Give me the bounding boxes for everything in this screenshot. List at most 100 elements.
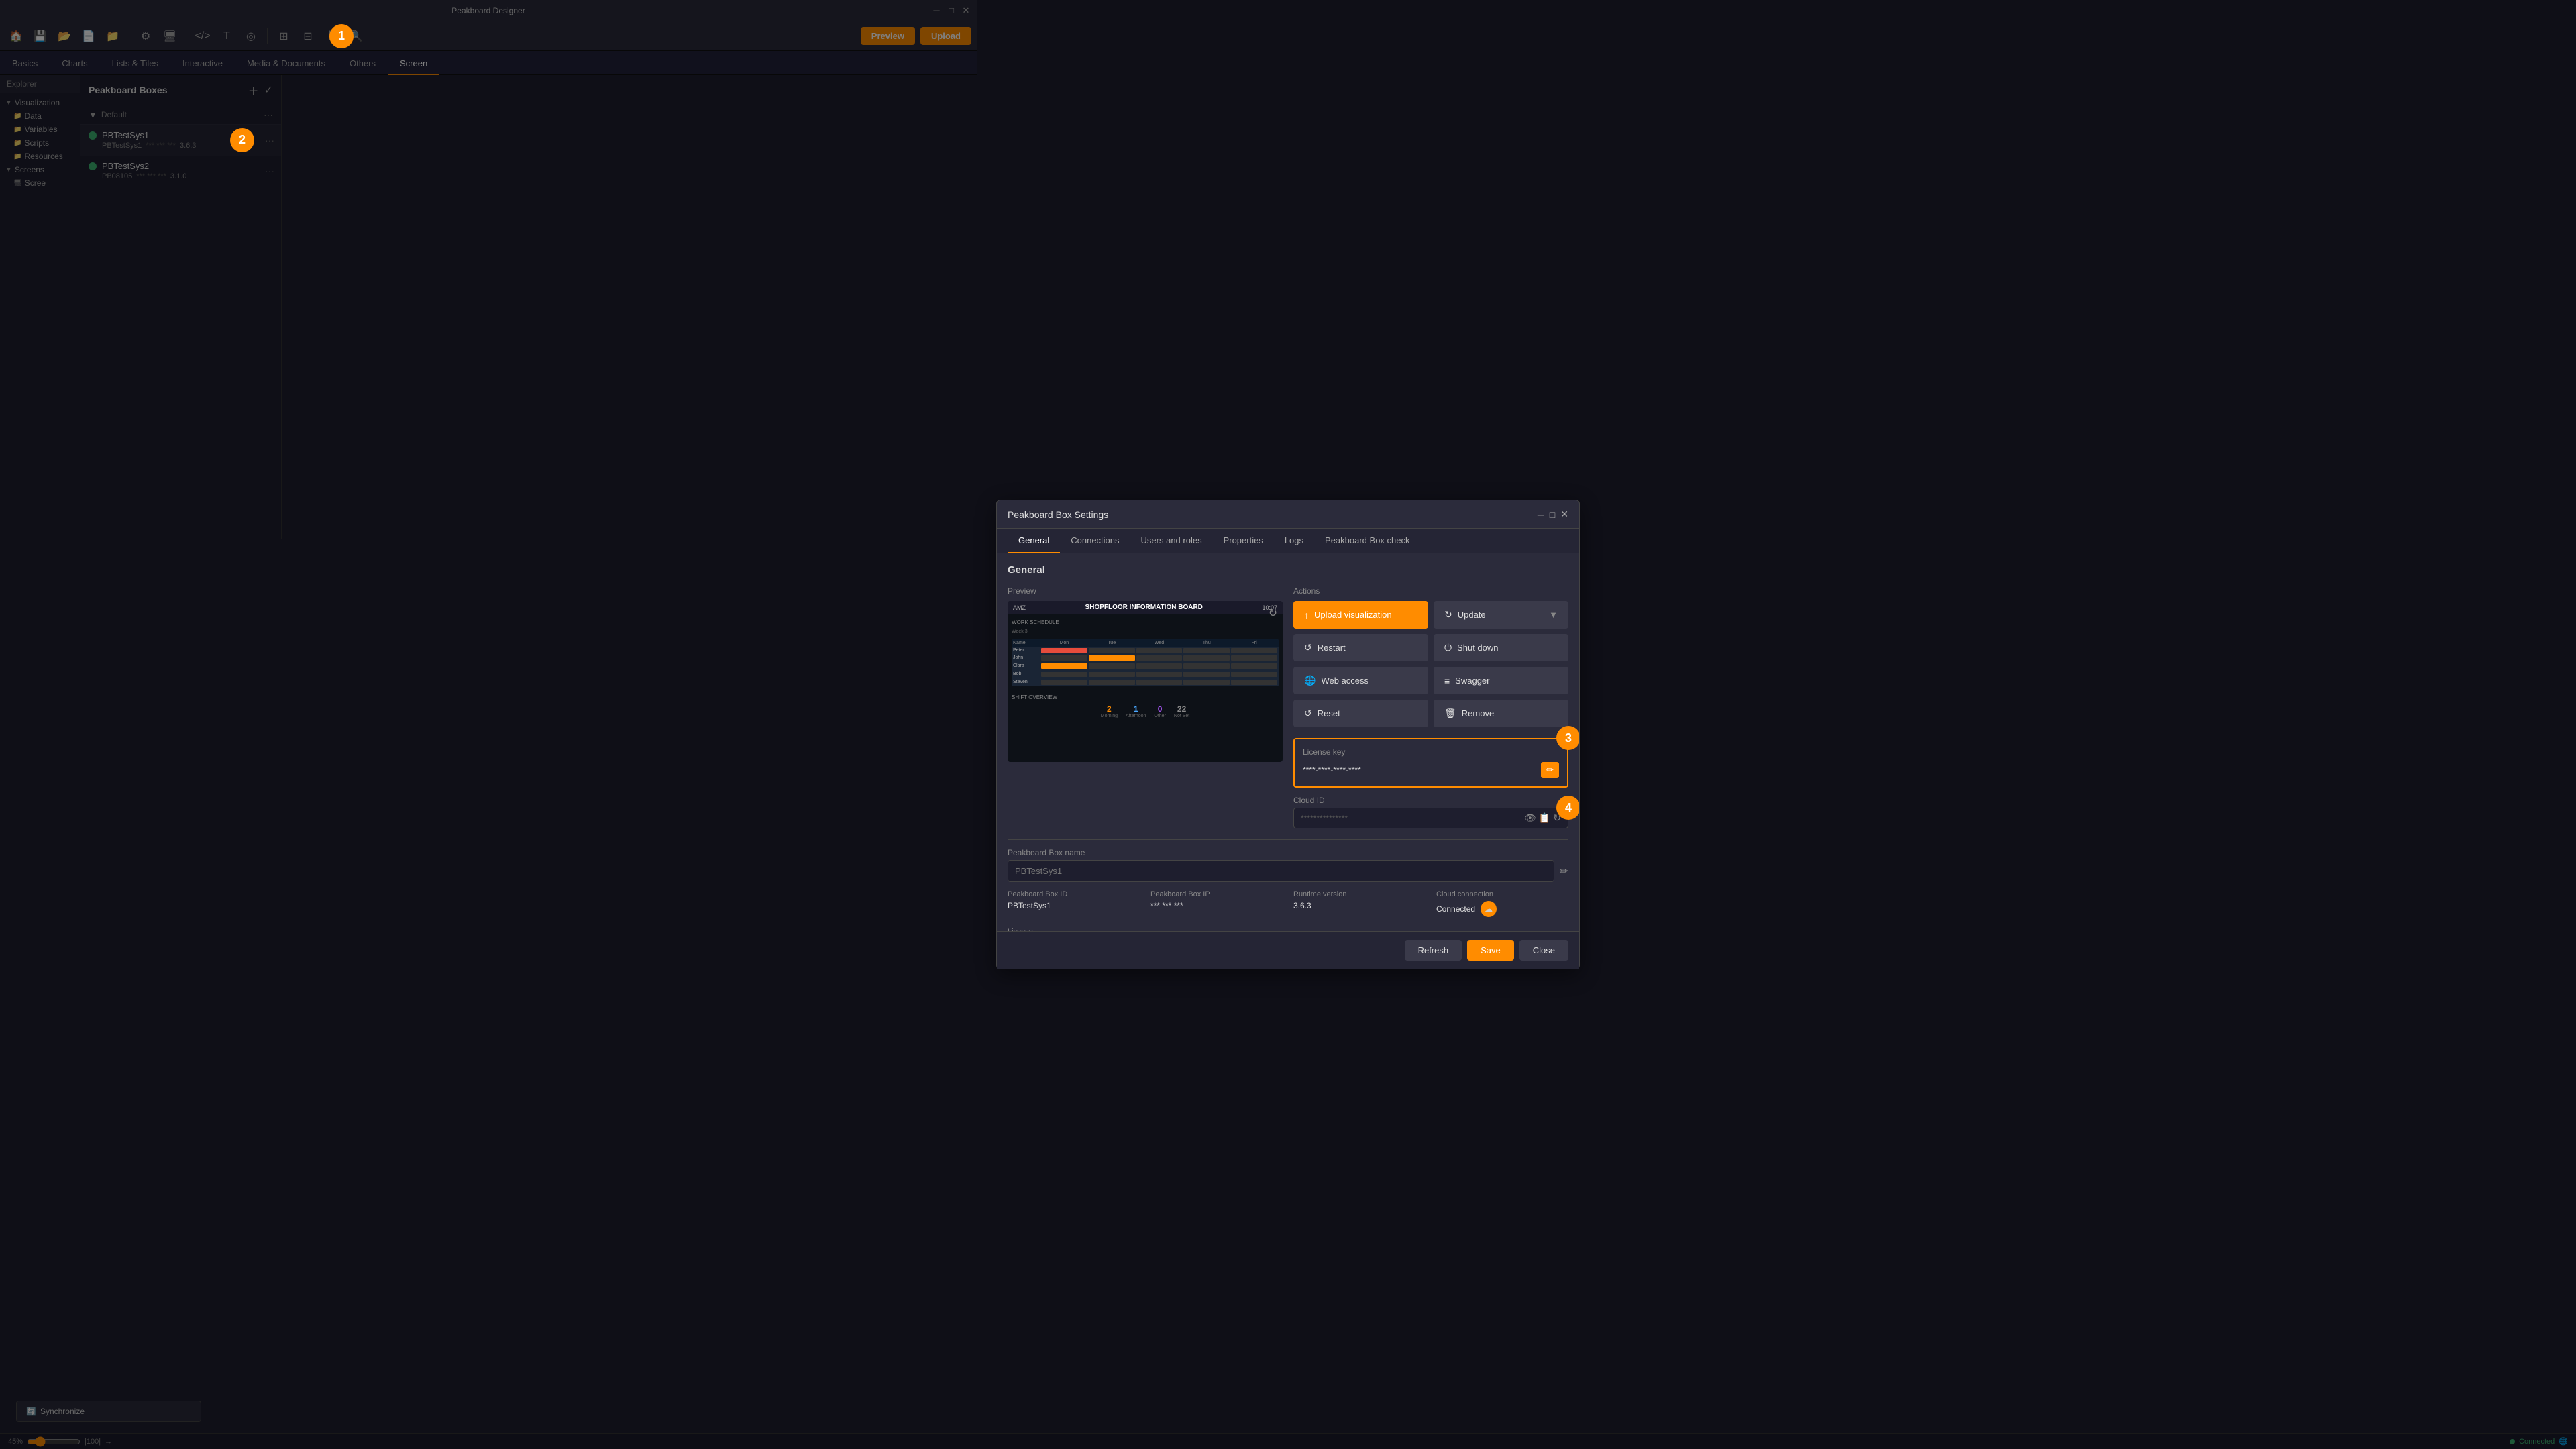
cell — [1231, 655, 1277, 661]
license-edit-button[interactable]: ✏ — [1541, 762, 1559, 778]
screen-body: WORK SCHEDULE Week 3 Name Mon Tue Wed — [1008, 614, 1283, 762]
upload-icon: ↑ — [1304, 610, 1309, 621]
runtime-value: 3.6.3 — [1293, 901, 1426, 910]
preview-screen: AMZ SHOPFLOOR INFORMATION BOARD 10:07 WO… — [1008, 601, 1283, 762]
shutdown-icon: ⏻ — [1444, 642, 1452, 653]
shift-label-notset: Not Set — [1174, 714, 1189, 718]
cell — [1231, 663, 1277, 669]
restart-button[interactable]: ↺ Restart — [1293, 634, 1428, 661]
reset-label: Reset — [1318, 708, 1340, 718]
box-name-edit-button[interactable]: ✏ — [1560, 865, 1568, 878]
save-button[interactable]: Save — [1467, 940, 1514, 961]
box-name-label: Peakboard Box name — [1008, 848, 1568, 857]
web-icon: 🌐 — [1304, 675, 1316, 686]
modal-restore-button[interactable]: □ — [1550, 508, 1555, 520]
box-name-input-row: ✏ — [1008, 860, 1568, 882]
shutdown-button[interactable]: ⏻ Shut down — [1434, 634, 1568, 661]
shift-afternoon: 1 Afternoon — [1126, 704, 1146, 718]
week-label: Week 3 — [1012, 629, 1279, 634]
cell — [1136, 672, 1183, 677]
modal-tab-users[interactable]: Users and roles — [1130, 529, 1213, 553]
box-name-input[interactable] — [1008, 860, 1554, 882]
shift-items: 2 Morning 1 Afternoon 0 — [1012, 704, 1279, 718]
box-ip-value: *** *** *** — [1150, 901, 1283, 910]
cloud-id-actions: 👁 📋 ↻ — [1524, 812, 1561, 824]
modal-title: Peakboard Box Settings — [1008, 509, 1108, 520]
update-dropdown-icon: ▼ — [1549, 610, 1558, 620]
cell — [1136, 648, 1183, 653]
upload-viz-label: Upload visualization — [1314, 610, 1392, 620]
form-row: Peakboard Box ID PBTestSys1 Peakboard Bo… — [1008, 890, 1568, 931]
box-ip-col: Peakboard Box IP *** *** *** — [1150, 890, 1283, 917]
remove-icon: 🗑 — [1444, 708, 1456, 719]
modal-tab-connections[interactable]: Connections — [1060, 529, 1130, 553]
step-2-badge: 2 — [230, 128, 254, 152]
table-row-john: John — [1012, 654, 1279, 662]
shift-num-morning: 2 — [1101, 704, 1118, 714]
modal-controls: ─ □ ✕ — [1538, 508, 1568, 520]
shift-label-afternoon: Afternoon — [1126, 714, 1146, 718]
row-name: Peter — [1013, 648, 1040, 653]
web-access-button[interactable]: 🌐 Web access — [1293, 667, 1428, 694]
box-name-group: Peakboard Box name ✏ — [1008, 848, 1568, 882]
cell — [1231, 680, 1277, 685]
section-title: General — [1008, 564, 1568, 576]
license-key-row: ****-****-****-**** ✏ — [1303, 762, 1559, 778]
modal-header: Peakboard Box Settings ─ □ ✕ — [997, 500, 1579, 529]
cell — [1183, 680, 1230, 685]
swagger-icon: ≡ — [1444, 676, 1450, 686]
shift-notset: 22 Not Set — [1174, 704, 1189, 718]
step-1-badge: 1 — [329, 24, 354, 48]
cell — [1041, 655, 1087, 661]
screen-table: Name Mon Tue Wed Thu Fri Peter — [1012, 639, 1279, 686]
swagger-button[interactable]: ≡ Swagger — [1434, 667, 1568, 694]
cell — [1136, 663, 1183, 669]
refresh-button[interactable]: Refresh — [1405, 940, 1462, 961]
upload-viz-button[interactable]: ↑ Upload visualization — [1293, 601, 1428, 629]
modal-tab-boxcheck[interactable]: Peakboard Box check — [1314, 529, 1420, 553]
row-name: Steven — [1013, 680, 1040, 685]
license-key-value: ****-****-****-**** — [1303, 765, 1536, 775]
screen-header: AMZ SHOPFLOOR INFORMATION BOARD 10:07 — [1008, 601, 1283, 614]
remove-button[interactable]: 🗑 Remove — [1434, 700, 1568, 727]
modal-tabs: General Connections Users and roles Prop… — [997, 529, 1579, 553]
reset-button[interactable]: ↺ Reset — [1293, 700, 1428, 727]
update-button[interactable]: ↻ Update ▼ — [1434, 601, 1568, 629]
modal-minimize-button[interactable]: ─ — [1538, 508, 1544, 520]
cell — [1136, 680, 1183, 685]
screen-brand: AMZ — [1013, 604, 1026, 611]
cell — [1183, 648, 1230, 653]
swagger-label: Swagger — [1455, 676, 1489, 686]
table-row-clara: Clara — [1012, 662, 1279, 670]
modal-tab-general[interactable]: General — [1008, 529, 1060, 553]
col-fri: Fri — [1231, 641, 1277, 645]
step-4-badge: 4 — [1556, 796, 1579, 820]
cell — [1183, 655, 1230, 661]
cell — [1089, 680, 1135, 685]
cloud-id-label: Cloud ID — [1293, 796, 1568, 805]
modal-close-button[interactable]: ✕ — [1560, 508, 1568, 520]
cell — [1136, 655, 1183, 661]
actions-grid: ↑ Upload visualization ↻ Update ▼ ↺ Re — [1293, 601, 1568, 727]
preview-refresh-button[interactable]: ↻ — [1269, 606, 1277, 620]
col-thu: Thu — [1183, 641, 1230, 645]
shift-overview: SHIFT OVERVIEW 2 Morning 1 Aft — [1012, 694, 1279, 718]
preview-container: ↻ AMZ SHOPFLOOR INFORMATION BOARD 10:07 … — [1008, 601, 1283, 762]
update-label: Update — [1458, 610, 1486, 620]
modal-tab-logs[interactable]: Logs — [1274, 529, 1314, 553]
cloud-id-text: *************** — [1301, 814, 1348, 823]
close-button[interactable]: Close — [1519, 940, 1568, 961]
cloud-id-eye-button[interactable]: 👁 — [1524, 812, 1536, 824]
shift-num-afternoon: 1 — [1126, 704, 1146, 714]
cloud-connection-value: Connected — [1436, 904, 1475, 914]
cell — [1183, 663, 1230, 669]
web-access-label: Web access — [1321, 676, 1368, 686]
cell — [1089, 655, 1135, 661]
runtime-col: Runtime version 3.6.3 — [1293, 890, 1426, 917]
cloud-id-copy-button[interactable]: 📋 — [1539, 812, 1550, 824]
preview-label: Preview — [1008, 586, 1283, 596]
modal-tab-properties[interactable]: Properties — [1213, 529, 1274, 553]
remove-label: Remove — [1462, 708, 1494, 718]
row-name: John — [1013, 655, 1040, 661]
table-row-bob: Bob — [1012, 670, 1279, 678]
